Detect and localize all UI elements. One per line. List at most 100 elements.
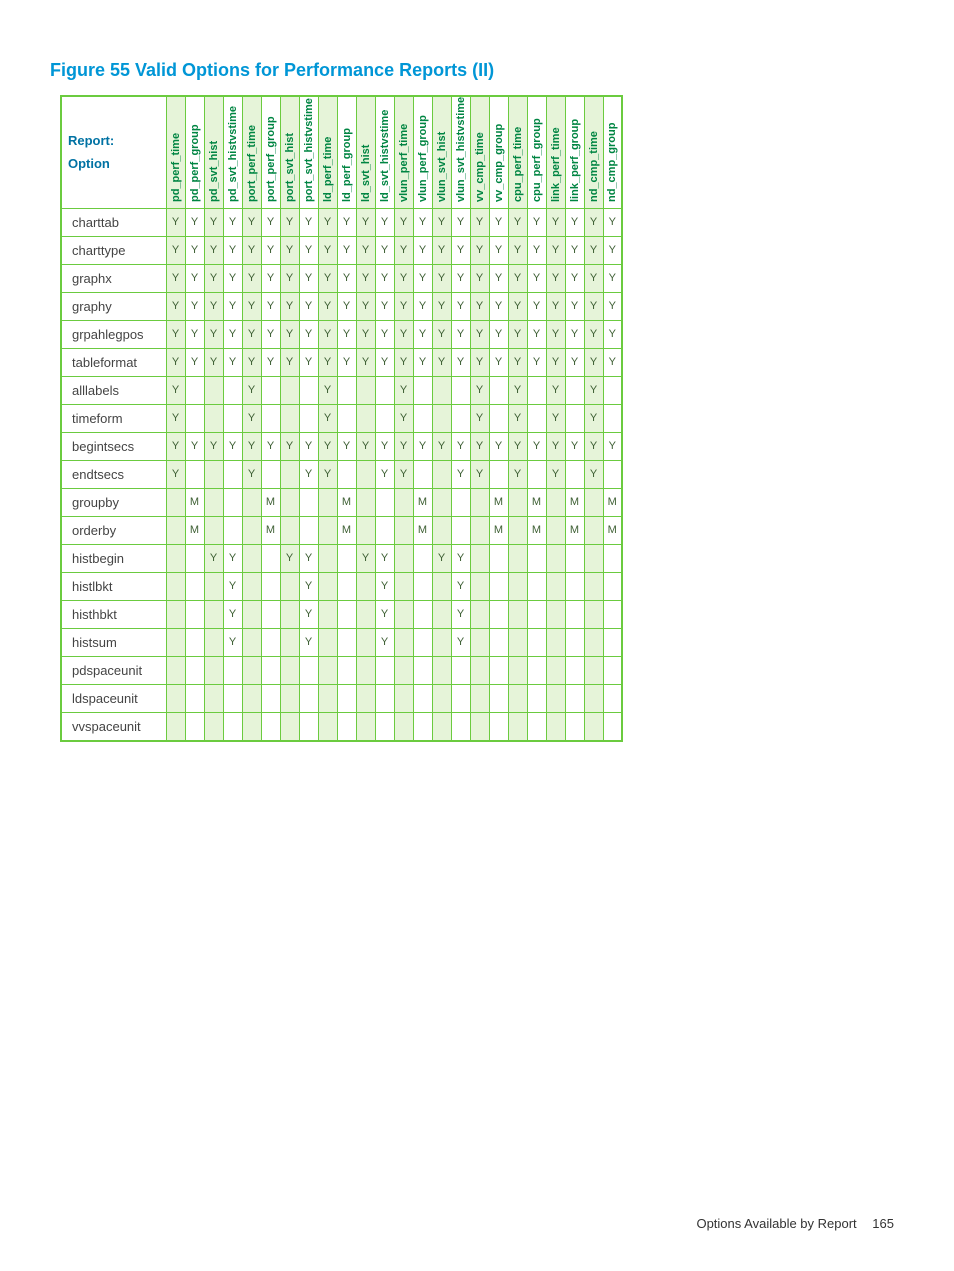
table-cell [470, 684, 489, 712]
table-cell: Y [394, 264, 413, 292]
table-cell: Y [185, 292, 204, 320]
table-cell [394, 628, 413, 656]
table-cell [470, 544, 489, 572]
table-cell: Y [204, 264, 223, 292]
table-cell: Y [299, 544, 318, 572]
table-cell: Y [318, 320, 337, 348]
table-cell [413, 628, 432, 656]
table-cell [223, 376, 242, 404]
table-cell: Y [204, 236, 223, 264]
table-cell [394, 572, 413, 600]
table-cell [470, 628, 489, 656]
table-cell: Y [565, 292, 584, 320]
table-cell: Y [489, 292, 508, 320]
table-cell [318, 684, 337, 712]
table-cell [508, 628, 527, 656]
table-cell: Y [451, 264, 470, 292]
table-cell [413, 656, 432, 684]
table-cell [565, 628, 584, 656]
table-cell: Y [432, 432, 451, 460]
table-cell [242, 712, 261, 741]
table-cell [280, 656, 299, 684]
table-cell [299, 488, 318, 516]
column-header-label: vlun_perf_time [398, 123, 410, 201]
table-cell: Y [584, 460, 603, 488]
table-cell: M [565, 488, 584, 516]
table-cell: Y [451, 348, 470, 376]
table-cell: Y [375, 292, 394, 320]
table-cell: M [337, 516, 356, 544]
column-header: pd_svt_hist [204, 96, 223, 208]
table-cell: Y [394, 348, 413, 376]
table-cell: Y [166, 376, 185, 404]
table-cell: Y [242, 208, 261, 236]
table-cell: Y [242, 236, 261, 264]
table-cell [356, 460, 375, 488]
column-header: link_perf_group [565, 96, 584, 208]
table-cell [546, 712, 565, 741]
table-cell [375, 656, 394, 684]
table-cell: Y [603, 236, 622, 264]
page-footer: Options Available by Report 165 [696, 1216, 894, 1231]
table-cell: M [489, 488, 508, 516]
table-cell: Y [261, 264, 280, 292]
column-header: vlun_svt_histvstime [451, 96, 470, 208]
table-cell: Y [508, 432, 527, 460]
table-cell [546, 656, 565, 684]
table-cell: Y [318, 404, 337, 432]
table-cell [432, 628, 451, 656]
table-cell [204, 488, 223, 516]
row-header: timeform [61, 404, 166, 432]
table-cell [299, 404, 318, 432]
table-cell [356, 404, 375, 432]
table-cell [451, 656, 470, 684]
table-cell [242, 600, 261, 628]
table-cell [318, 712, 337, 741]
row-header: histhbkt [61, 600, 166, 628]
table-cell: Y [242, 292, 261, 320]
table-cell: Y [603, 208, 622, 236]
table-cell: Y [375, 432, 394, 460]
table-cell [375, 684, 394, 712]
table-cell [185, 656, 204, 684]
table-row: pdspaceunit [61, 656, 622, 684]
table-cell: Y [261, 292, 280, 320]
table-cell: Y [470, 264, 489, 292]
column-header-label: link_perf_group [569, 118, 581, 201]
table-cell: Y [546, 236, 565, 264]
table-cell [489, 404, 508, 432]
table-cell: Y [470, 404, 489, 432]
table-cell [508, 600, 527, 628]
table-cell [584, 712, 603, 741]
table-cell [527, 376, 546, 404]
table-cell: Y [223, 292, 242, 320]
table-cell [242, 572, 261, 600]
table-cell [432, 488, 451, 516]
table-cell [584, 600, 603, 628]
table-cell [280, 684, 299, 712]
table-cell: Y [394, 292, 413, 320]
table-cell [337, 600, 356, 628]
table-cell [261, 712, 280, 741]
table-cell [584, 656, 603, 684]
table-row: graphxYYYYYYYYYYYYYYYYYYYYYYYY [61, 264, 622, 292]
column-header: ld_svt_histvstime [375, 96, 394, 208]
column-header-label: pd_svt_hist [208, 140, 220, 201]
table-cell [546, 488, 565, 516]
table-cell: Y [356, 292, 375, 320]
table-cell: Y [565, 264, 584, 292]
row-header: begintsecs [61, 432, 166, 460]
table-cell: Y [223, 432, 242, 460]
table-cell: Y [451, 208, 470, 236]
table-cell: Y [356, 264, 375, 292]
table-cell: Y [565, 208, 584, 236]
table-cell [204, 460, 223, 488]
table-cell [318, 656, 337, 684]
table-cell: Y [394, 208, 413, 236]
table-cell: Y [318, 264, 337, 292]
table-cell [527, 628, 546, 656]
table-cell [508, 656, 527, 684]
table-cell: Y [451, 292, 470, 320]
table-cell: Y [375, 348, 394, 376]
table-cell [413, 544, 432, 572]
